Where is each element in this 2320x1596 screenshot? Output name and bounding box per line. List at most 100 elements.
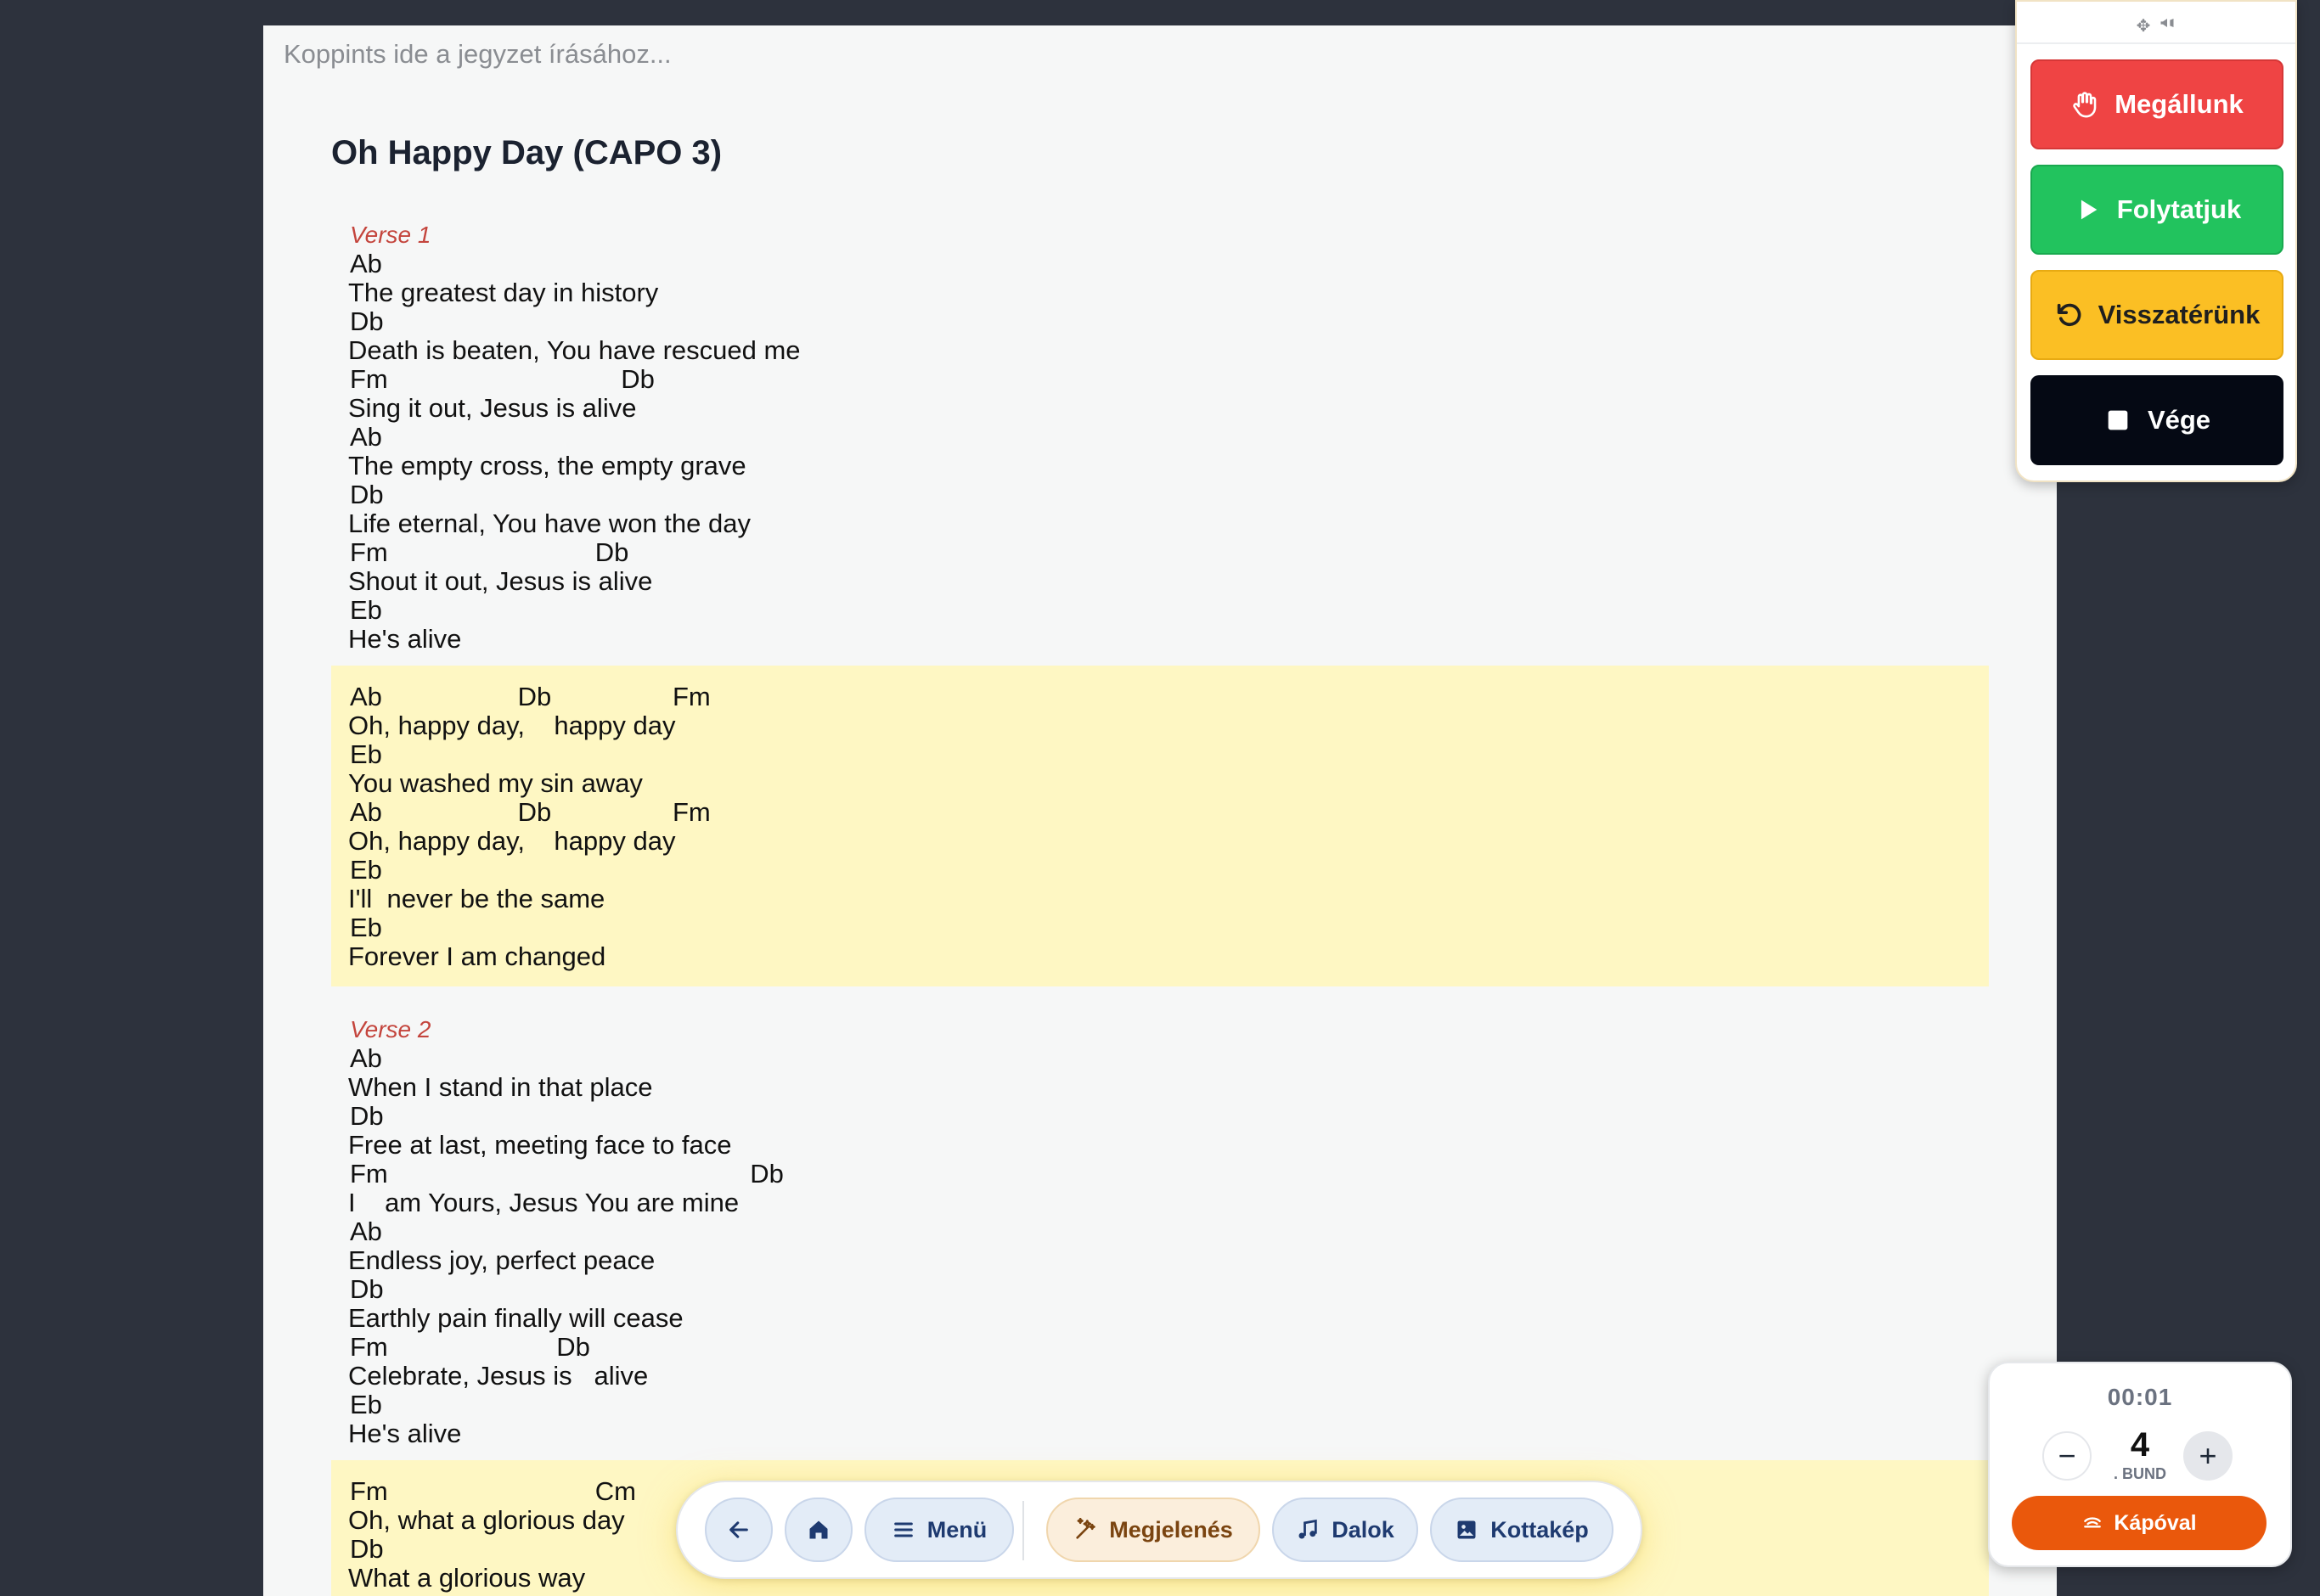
chord-line: Ab Db Fm (348, 798, 1972, 827)
chord: Eb (350, 1390, 382, 1419)
arrow-left-icon (729, 1521, 748, 1538)
stop-button[interactable]: Megállunk (2030, 59, 2283, 149)
play-icon (2081, 200, 2098, 220)
rotate-left-icon (2057, 303, 2081, 327)
chord: Eb (350, 739, 382, 769)
chord-line: Db (348, 1102, 1972, 1131)
chord: Eb (350, 855, 382, 885)
home-icon (809, 1520, 828, 1539)
end-label: Vége (2147, 405, 2211, 435)
chord: Eb (350, 595, 382, 625)
hand-icon (2073, 92, 2097, 118)
chord: Db (517, 797, 552, 827)
lyric-line: Forever I am changed (348, 941, 606, 971)
chord: Db (750, 1159, 784, 1189)
chord-line: Fm Db (348, 1160, 1972, 1189)
chord-line: Eb (348, 913, 1972, 942)
lyric-line: He's alive (348, 1419, 462, 1448)
lyric-line: Celebrate, Jesus is alive (348, 1361, 649, 1391)
chord-line: Fm Db (348, 365, 1972, 394)
continue-label: Folytatjuk (2116, 194, 2242, 224)
chord: Db (350, 306, 384, 336)
chord: Db (350, 1101, 384, 1131)
control-panel: ✥ Megállunk Folytatjuk Visszatérünk Vége (2015, 0, 2297, 482)
lyric-line: Life eternal, You have won the day (348, 509, 751, 538)
magic-wand-icon (1076, 1518, 1096, 1539)
capo-increase-button[interactable]: + (2183, 1431, 2233, 1481)
chord-line: Eb (348, 740, 1972, 769)
chord: Fm (350, 1159, 388, 1189)
hamburger-icon (893, 1522, 913, 1537)
lyric-line: Sing it out, Jesus is alive (348, 393, 637, 423)
chord-line: Db (348, 307, 1972, 336)
return-button[interactable]: Visszatérünk (2030, 270, 2283, 360)
chord-line: Db (348, 1275, 1972, 1304)
chord: Ab (350, 797, 382, 827)
chord: Db (594, 537, 629, 567)
lyric-line: You washed my sin away (348, 768, 643, 798)
verse-section: Verse 1 Ab The greatest day in history Db De… (331, 204, 1989, 654)
home-button[interactable] (785, 1498, 853, 1562)
chord-line: Fm Db (348, 538, 1972, 567)
chord: Eb (350, 913, 382, 942)
menu-button[interactable]: Menü (864, 1498, 1014, 1562)
chord: Db (517, 682, 552, 711)
lyric-line: Oh, happy day, happy day (348, 826, 676, 856)
chord: Ab (350, 249, 382, 278)
chord: Fm (673, 797, 711, 827)
appearance-button[interactable]: Megjelenés (1046, 1498, 1260, 1562)
plus-icon: + (2199, 1438, 2217, 1473)
section-label: Verse 2 (350, 1016, 431, 1042)
chord: Fm (350, 1332, 388, 1362)
back-button[interactable] (705, 1498, 773, 1562)
return-label: Visszatérünk (2098, 300, 2261, 329)
sheet-image-label: Kottakép (1490, 1516, 1589, 1543)
capo-toggle-button[interactable]: Kápóval (2012, 1496, 2267, 1550)
chord: Db (350, 1534, 384, 1564)
chord: Fm (350, 364, 388, 394)
chord-line: Ab Db Fm (348, 683, 1972, 711)
chord-line: Eb (348, 1391, 1972, 1419)
capo-toggle-label: Kápóval (2114, 1510, 2197, 1535)
chord: Ab (350, 422, 382, 452)
menu-label: Menü (926, 1516, 988, 1543)
lyric-line: The greatest day in history (348, 278, 659, 307)
megaphone-icon (2159, 14, 2176, 37)
lyric-line: When I stand in that place (348, 1072, 653, 1102)
chord: Db (350, 1274, 384, 1304)
chord-line: Fm Db (348, 1333, 1972, 1362)
lyric-line: Free at last, meeting face to face (348, 1130, 732, 1160)
chord: Ab (350, 1593, 382, 1596)
lyric-line: Oh, happy day, happy day (348, 711, 676, 740)
capo-clamp-icon (2084, 1517, 2102, 1528)
chord-line: Ab (348, 1217, 1972, 1246)
lyric-line: The empty cross, the empty grave (348, 451, 746, 480)
end-button[interactable]: Vége (2030, 375, 2283, 465)
appearance-label: Megjelenés (1109, 1516, 1233, 1543)
chord-line: Ab (348, 423, 1972, 452)
song-sheet: Oh Happy Day (CAPO 3) Verse 1AbThe great… (263, 25, 2057, 1596)
chord: Fm (350, 1476, 388, 1506)
chord: Ab (350, 682, 382, 711)
chord-line: Ab (348, 1044, 1972, 1073)
chord-line: Ab (348, 250, 1972, 278)
chord: Db (350, 480, 384, 509)
drag-handle[interactable]: ✥ (2017, 8, 2295, 44)
chord: Fm (350, 537, 388, 567)
chord: Db (556, 1332, 590, 1362)
elapsed-timer: 00:01 (2107, 1384, 2173, 1410)
songs-button[interactable]: Dalok (1272, 1498, 1418, 1562)
music-note-icon (1298, 1519, 1317, 1539)
chord: Ab (350, 1217, 382, 1246)
note-input[interactable] (284, 37, 1727, 71)
bottom-nav: Menü Megjelenés Dalok Kottakép (676, 1481, 1642, 1579)
chord-line: Eb (348, 596, 1972, 625)
chord-line: Ab (348, 1593, 1972, 1596)
sheet-image-button[interactable]: Kottakép (1430, 1498, 1613, 1562)
move-icon: ✥ (2136, 16, 2151, 36)
song-content: Verse 1 Ab The greatest day in history Db De… (331, 204, 1989, 1596)
stop-square-icon (2108, 410, 2128, 430)
lyric-line: Death is beaten, You have rescued me (348, 335, 801, 365)
chord: Ab (350, 1043, 382, 1073)
continue-button[interactable]: Folytatjuk (2030, 165, 2283, 255)
